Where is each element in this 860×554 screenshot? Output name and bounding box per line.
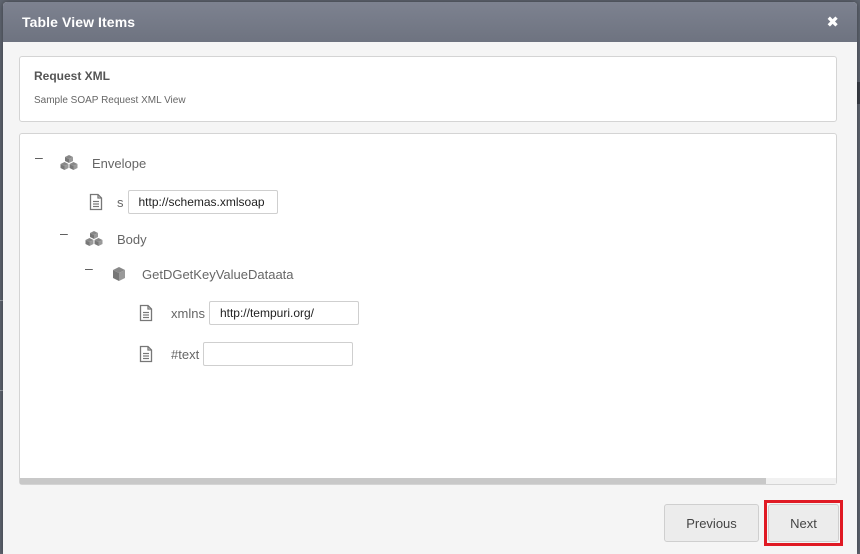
attr-text-input[interactable] (203, 342, 354, 366)
attr-label: #text (171, 346, 200, 362)
close-icon[interactable]: ✖ (826, 15, 839, 30)
dialog-header: Table View Items ✖ (3, 2, 857, 42)
xml-tree-panel: – Envelope s – (19, 133, 837, 485)
cubes-icon (85, 231, 103, 246)
request-subtitle: Sample SOAP Request XML View (34, 95, 186, 106)
horizontal-scrollbar[interactable] (20, 478, 836, 484)
tree-node-label: Envelope (92, 155, 147, 171)
attr-s-input[interactable] (127, 190, 278, 214)
dialog-title: Table View Items (22, 14, 136, 30)
next-button[interactable]: Next (768, 504, 839, 542)
document-icon (139, 345, 153, 363)
table-view-items-dialog: Table View Items ✖ Request XML Sample SO… (3, 2, 857, 554)
document-icon (139, 304, 153, 322)
tree-node-method[interactable]: GetDGetKeyValueDataata (110, 261, 294, 287)
tree-attr-text: #text (137, 341, 354, 367)
collapse-method-toggle[interactable]: – (85, 261, 93, 275)
tree-node-body[interactable]: Body (85, 226, 147, 252)
tree-node-envelope[interactable]: Envelope (60, 150, 146, 176)
cubes-icon (60, 155, 78, 170)
scrollbar-thumb[interactable] (20, 478, 766, 484)
tree-attr-xmlns: xmlns (137, 300, 359, 326)
tree-node-label: GetDGetKeyValueDataata (142, 266, 294, 282)
tree-attr-s: s (87, 189, 278, 215)
collapse-envelope-toggle[interactable]: – (35, 150, 43, 164)
attr-label: s (117, 194, 124, 210)
tree-node-label: Body (117, 231, 147, 247)
attr-xmlns-input[interactable] (208, 301, 359, 325)
collapse-body-toggle[interactable]: – (60, 226, 68, 240)
request-xml-panel: Request XML Sample SOAP Request XML View (19, 56, 837, 122)
attr-label: xmlns (171, 305, 205, 321)
previous-button[interactable]: Previous (664, 504, 759, 542)
document-icon (89, 193, 103, 211)
request-title: Request XML (34, 69, 111, 83)
cube-icon (113, 267, 125, 281)
